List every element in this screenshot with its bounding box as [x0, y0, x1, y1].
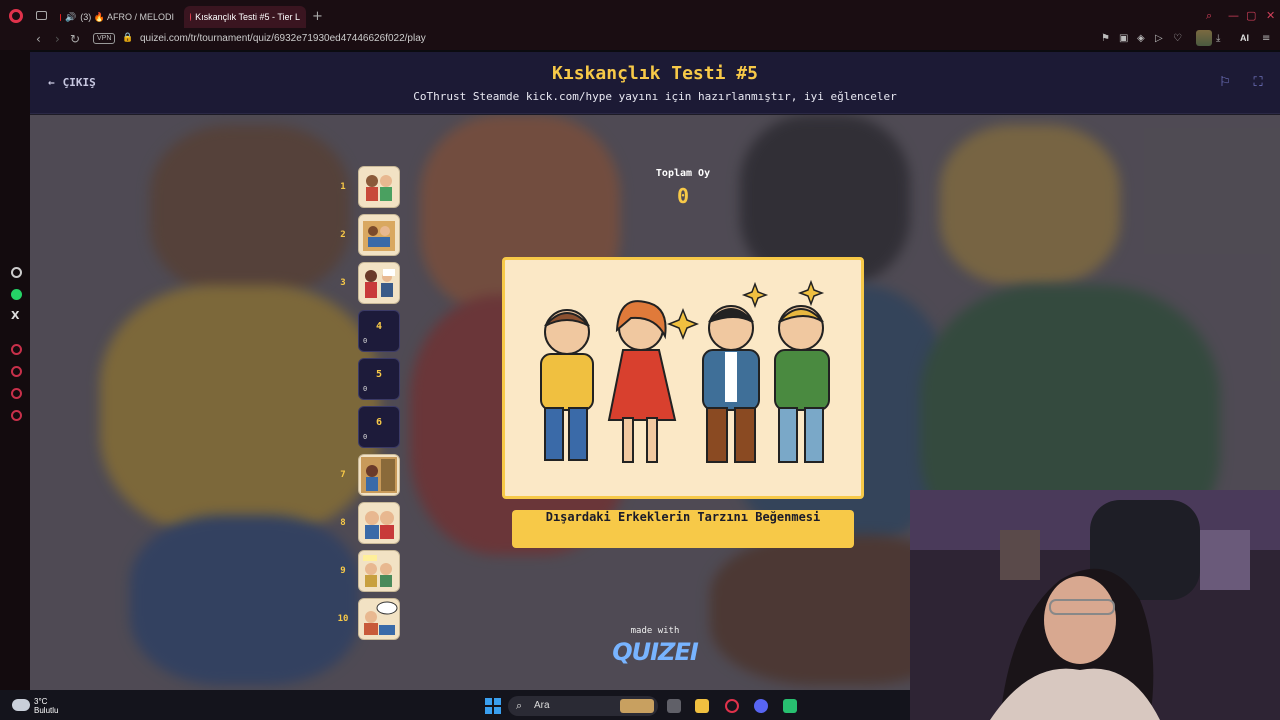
rank-number: 1: [340, 182, 346, 192]
webcam-feed-image: [910, 490, 1280, 720]
reload-button[interactable]: ↻: [70, 32, 80, 46]
profile-avatar[interactable]: [1196, 30, 1212, 46]
tier-slot-thumbnail[interactable]: [358, 214, 400, 256]
search-placeholder: Ara: [534, 700, 550, 711]
slot-count: 0: [363, 433, 368, 441]
settings-icon[interactable]: [11, 410, 22, 421]
webcam-overlay: [910, 490, 1280, 720]
slot-count: 0: [363, 337, 368, 345]
x-icon[interactable]: X: [11, 309, 19, 322]
lock-icon[interactable]: 🔒: [122, 33, 133, 43]
ai-button[interactable]: AI: [1240, 33, 1249, 43]
tier-slot-thumbnail[interactable]: [358, 454, 400, 496]
rank-number: 9: [340, 566, 346, 576]
whatsapp-icon[interactable]: [11, 289, 22, 300]
rank-number: 10: [337, 614, 349, 624]
tier-slot-thumbnail[interactable]: [358, 598, 400, 640]
windows-start-icon[interactable]: [485, 698, 501, 714]
rank-number: 2: [340, 230, 346, 240]
opera-logo-icon[interactable]: [9, 9, 23, 23]
bookmark-icon[interactable]: ⚑: [1101, 33, 1110, 44]
tier-slot-thumbnail[interactable]: [358, 262, 400, 304]
cartoon-thumbnail-icon: [364, 601, 398, 635]
quizei-favicon-icon: [190, 13, 192, 21]
cartoon-thumbnail-icon: [363, 555, 392, 587]
fullscreen-icon[interactable]: ⛶: [1247, 72, 1269, 94]
cloud-icon[interactable]: [12, 699, 30, 711]
chatgpt-icon[interactable]: [11, 267, 22, 278]
heart-icon[interactable]: ♡: [1173, 33, 1182, 44]
search-tabs-icon[interactable]: ⌕: [1206, 9, 1212, 23]
file-explorer-icon[interactable]: [695, 699, 709, 713]
minimize-button[interactable]: —: [1228, 9, 1239, 22]
vpn-badge[interactable]: VPN: [93, 33, 116, 44]
app-icon[interactable]: [783, 699, 797, 713]
tier-slot-empty[interactable]: 5 0: [358, 358, 400, 400]
tab-label: (3) 🔥 AFRO / MELODI: [80, 11, 174, 22]
quizei-logo[interactable]: QUIZEI: [600, 638, 710, 666]
music-icon[interactable]: [11, 344, 22, 355]
rank-number: 7: [340, 470, 346, 480]
cartoon-thumbnail-icon: [361, 457, 397, 493]
total-votes-count: 0: [676, 184, 690, 208]
current-item-label-button[interactable]: Dışardaki Erkeklerin Tarzını Beğenmesi: [512, 510, 854, 548]
tab-quiz[interactable]: Kıskançlık Testi #5 - Tier L: [184, 6, 306, 28]
made-with-label: made with: [630, 626, 680, 636]
slot-number: 4: [375, 321, 383, 332]
player-icon[interactable]: ▷: [1155, 33, 1163, 44]
report-flag-icon[interactable]: ⚐: [1214, 72, 1236, 94]
url-field[interactable]: quizei.com/tr/tournament/quiz/6932e71930…: [140, 33, 426, 44]
history-icon[interactable]: [11, 366, 22, 377]
cartoon-thumbnail-icon: [366, 175, 392, 201]
task-view-icon[interactable]: [667, 699, 681, 713]
current-item-card[interactable]: [502, 257, 864, 499]
rank-number: 3: [340, 278, 346, 288]
maximize-button[interactable]: ▢: [1246, 9, 1256, 22]
back-button[interactable]: ‹: [36, 32, 41, 46]
cartoon-thumbnail-icon: [365, 511, 394, 539]
new-tab-button[interactable]: +: [312, 9, 323, 24]
tier-slot-thumbnail[interactable]: [358, 502, 400, 544]
discord-icon[interactable]: [754, 699, 768, 713]
page-title: Kıskançlık Testi #5: [552, 63, 758, 84]
player-sidebar-icon[interactable]: [11, 388, 22, 399]
total-votes-label: Toplam Oy: [655, 168, 711, 179]
slot-count: 0: [363, 385, 368, 393]
tier-slot-thumbnail[interactable]: [358, 550, 400, 592]
tier-slot-empty[interactable]: 4 0: [358, 310, 400, 352]
search-highlight-image[interactable]: [620, 699, 654, 713]
slot-number: 6: [375, 417, 383, 428]
weather-widget[interactable]: 3°C Bulutlu: [34, 697, 58, 715]
opera-gx-taskbar-icon[interactable]: [725, 699, 739, 713]
weather-condition: Bulutlu: [34, 706, 59, 715]
snapshot-icon[interactable]: ▣: [1119, 33, 1128, 44]
adblock-icon[interactable]: ◈: [1137, 33, 1145, 44]
page-subtitle: CoThrust Steamde kick.com/hype yayını iç…: [413, 90, 897, 103]
current-item-illustration: [540, 279, 830, 463]
youtube-icon: [60, 13, 62, 21]
slot-number: 5: [375, 369, 383, 380]
menu-icon[interactable]: ≡: [1262, 33, 1270, 44]
windows-taskbar: [0, 690, 910, 720]
forward-button[interactable]: ›: [55, 32, 60, 46]
tier-slot-thumbnail[interactable]: [358, 166, 400, 208]
rank-number: 8: [340, 518, 346, 528]
download-icon[interactable]: ⤓: [1216, 33, 1220, 44]
cartoon-thumbnail-icon: [365, 269, 395, 298]
temperature: 3°C: [34, 697, 48, 706]
browser-sidebar: X: [0, 50, 30, 690]
workspaces-icon[interactable]: [36, 11, 47, 20]
tab-music[interactable]: 🔊 (3) 🔥 AFRO / MELODI: [54, 6, 180, 28]
speaker-icon[interactable]: 🔊: [65, 12, 76, 23]
search-icon: ⌕: [516, 699, 523, 712]
quiz-header: ← ÇIKIŞ Kıskançlık Testi #5 CoThrust Ste…: [30, 52, 1280, 114]
tab-label: Kıskançlık Testi #5 - Tier L: [195, 12, 300, 22]
cartoon-thumbnail-icon: [363, 221, 395, 251]
close-button[interactable]: ✕: [1266, 9, 1275, 22]
tier-slot-empty[interactable]: 6 0: [358, 406, 400, 448]
